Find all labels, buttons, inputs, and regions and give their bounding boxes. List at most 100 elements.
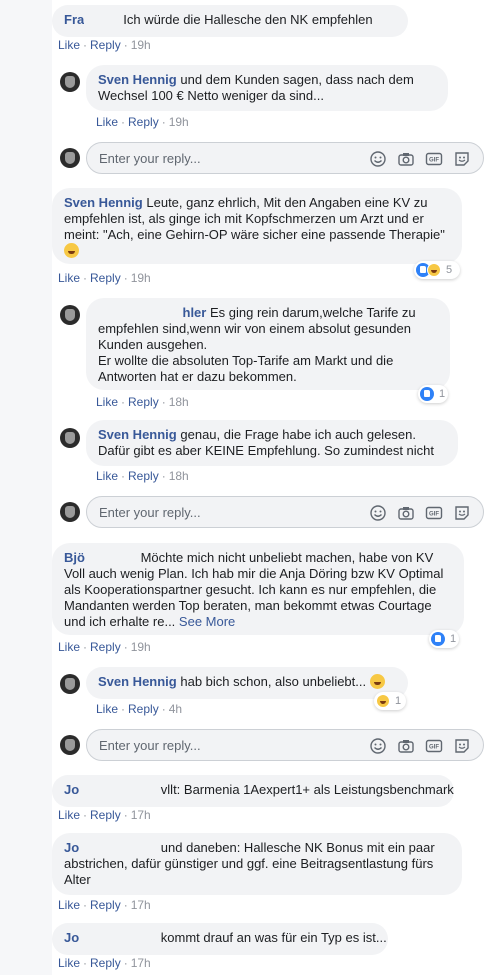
gif-icon[interactable]: GIF xyxy=(425,150,443,168)
emoji-icon[interactable] xyxy=(369,737,387,755)
reply-link[interactable]: Reply xyxy=(90,38,121,52)
comment-time[interactable]: 19h xyxy=(131,271,151,285)
reply-link[interactable]: Reply xyxy=(90,640,121,654)
comment-bubble: Joxxxxxxxxxxxx vllt: Barmenia 1Aexpert1+… xyxy=(52,775,454,807)
smile-emoji-icon xyxy=(369,674,385,689)
reaction-count[interactable]: 5 xyxy=(414,261,460,279)
comment-author[interactable]: Sven Hennig xyxy=(64,195,143,210)
comment-text: hab bich schon, also unbeliebt... xyxy=(180,674,367,689)
avatar[interactable] xyxy=(60,674,80,694)
comment-time[interactable]: 18h xyxy=(169,469,189,483)
reply-input[interactable] xyxy=(99,730,349,760)
comment-text: vllt: Barmenia 1Aexpert1+ als Leistungsb… xyxy=(160,782,454,797)
comment-time[interactable]: 17h xyxy=(131,808,151,822)
emoji-icon[interactable] xyxy=(369,150,387,168)
comment-actions: Like · Reply · 19h xyxy=(58,640,151,654)
comment-author[interactable]: Sven Hennig xyxy=(98,674,177,689)
comment-author[interactable]: Jo xyxy=(64,930,79,945)
like-link[interactable]: Like xyxy=(58,808,80,822)
comment-author[interactable]: Fra xyxy=(64,12,84,27)
reaction-count[interactable]: 1 xyxy=(418,385,448,403)
haha-reaction-icon xyxy=(427,263,441,277)
comment-time[interactable]: 19h xyxy=(131,38,151,52)
like-link[interactable]: Like xyxy=(58,956,80,970)
comment-author[interactable]: Sven Hennig xyxy=(98,427,177,442)
like-link[interactable]: Like xyxy=(58,271,80,285)
reply-input[interactable] xyxy=(99,497,349,527)
comment-bubble: Sven Hennig und dem Kunden sagen, dass n… xyxy=(86,65,448,111)
reply-box: GIF xyxy=(86,142,484,174)
like-link[interactable]: Like xyxy=(96,469,118,483)
camera-icon[interactable] xyxy=(397,150,415,168)
reply-link[interactable]: Reply xyxy=(90,271,121,285)
reply-link[interactable]: Reply xyxy=(128,702,159,716)
avatar[interactable] xyxy=(60,305,80,325)
comment-bubble: Joxxxxxxxxxxxx und daneben: Hallesche NK… xyxy=(52,833,462,895)
comment-text-2: Er wollte die absoluten Top-Tarife am Ma… xyxy=(98,353,394,384)
comment-author[interactable]: Jo xyxy=(64,840,79,855)
comment-actions: Like · Reply · 17h xyxy=(58,956,151,970)
comment-actions: Like · Reply · 18h xyxy=(96,469,189,483)
comment-actions: Like · Reply · 17h xyxy=(58,898,151,912)
emoji-icon[interactable] xyxy=(369,504,387,522)
sticker-icon[interactable] xyxy=(453,150,471,168)
like-link[interactable]: Like xyxy=(58,38,80,52)
comment-time[interactable]: 19h xyxy=(131,640,151,654)
gif-icon[interactable]: GIF xyxy=(425,737,443,755)
reply-input[interactable] xyxy=(99,143,349,173)
camera-icon[interactable] xyxy=(397,504,415,522)
comment-text: kommt drauf an was für ein Typ es ist... xyxy=(160,930,387,945)
reply-link[interactable]: Reply xyxy=(90,956,121,970)
haha-reaction-icon xyxy=(376,694,390,708)
like-reaction-icon xyxy=(431,632,445,646)
comment-bubble: FraxxxxxxIch würde die Hallesche den NK … xyxy=(52,5,408,37)
like-link[interactable]: Like xyxy=(58,640,80,654)
reply-link[interactable]: Reply xyxy=(128,395,159,409)
comment-actions: Like · Reply · 19h xyxy=(96,115,189,129)
comment-author[interactable]: Jo xyxy=(64,782,79,797)
comment-author[interactable]: Sven Hennig xyxy=(98,72,177,87)
comment-author[interactable]: Bjö xyxy=(64,550,85,565)
camera-icon[interactable] xyxy=(397,737,415,755)
comment-bubble: Joxxxxxxxxxxxx kommt drauf an was für ei… xyxy=(52,923,388,955)
comment-actions: Like · Reply · 17h xyxy=(58,808,151,822)
comment-time[interactable]: 18h xyxy=(169,395,189,409)
comment-time[interactable]: 19h xyxy=(169,115,189,129)
comment-bubble: Sven Hennig genau, die Frage habe ich au… xyxy=(86,420,458,466)
smile-emoji-icon xyxy=(64,243,79,258)
like-link[interactable]: Like xyxy=(96,702,118,716)
comment-actions: Like · Reply · 19h xyxy=(58,38,151,52)
comment-bubble: Bjöxxxxxxxx Möchte mich nicht unbeliebt … xyxy=(52,543,464,635)
like-link[interactable]: Like xyxy=(58,898,80,912)
reply-link[interactable]: Reply xyxy=(128,115,159,129)
reaction-count[interactable]: 1 xyxy=(374,692,406,710)
avatar xyxy=(60,502,80,522)
comment-actions: Like · Reply · 18h xyxy=(96,395,189,409)
svg-text:GIF: GIF xyxy=(429,512,439,518)
sticker-icon[interactable] xyxy=(453,504,471,522)
comment-author[interactable]: hler xyxy=(183,305,207,320)
comment-text: Ich würde die Hallesche den NK empfehlen xyxy=(123,12,373,27)
reaction-count[interactable]: 1 xyxy=(429,630,459,648)
like-reaction-icon xyxy=(420,387,434,401)
avatar[interactable] xyxy=(60,72,80,92)
svg-text:GIF: GIF xyxy=(429,745,439,751)
left-gutter xyxy=(0,0,52,975)
sticker-icon[interactable] xyxy=(453,737,471,755)
like-link[interactable]: Like xyxy=(96,115,118,129)
reply-link[interactable]: Reply xyxy=(90,898,121,912)
comment-time[interactable]: 4h xyxy=(169,702,182,716)
see-more-link[interactable]: See More xyxy=(179,614,235,629)
reply-link[interactable]: Reply xyxy=(90,808,121,822)
avatar xyxy=(60,148,80,168)
reply-box: GIF xyxy=(86,496,484,528)
avatar xyxy=(60,735,80,755)
comment-actions: Like · Reply · 4h xyxy=(96,702,183,716)
reply-link[interactable]: Reply xyxy=(128,469,159,483)
like-link[interactable]: Like xyxy=(96,395,118,409)
comment-time[interactable]: 17h xyxy=(131,898,151,912)
comment-bubble: Sven Hennig Leute, ganz ehrlich, Mit den… xyxy=(52,188,462,264)
avatar[interactable] xyxy=(60,428,80,448)
comment-time[interactable]: 17h xyxy=(131,956,151,970)
gif-icon[interactable]: GIF xyxy=(425,504,443,522)
